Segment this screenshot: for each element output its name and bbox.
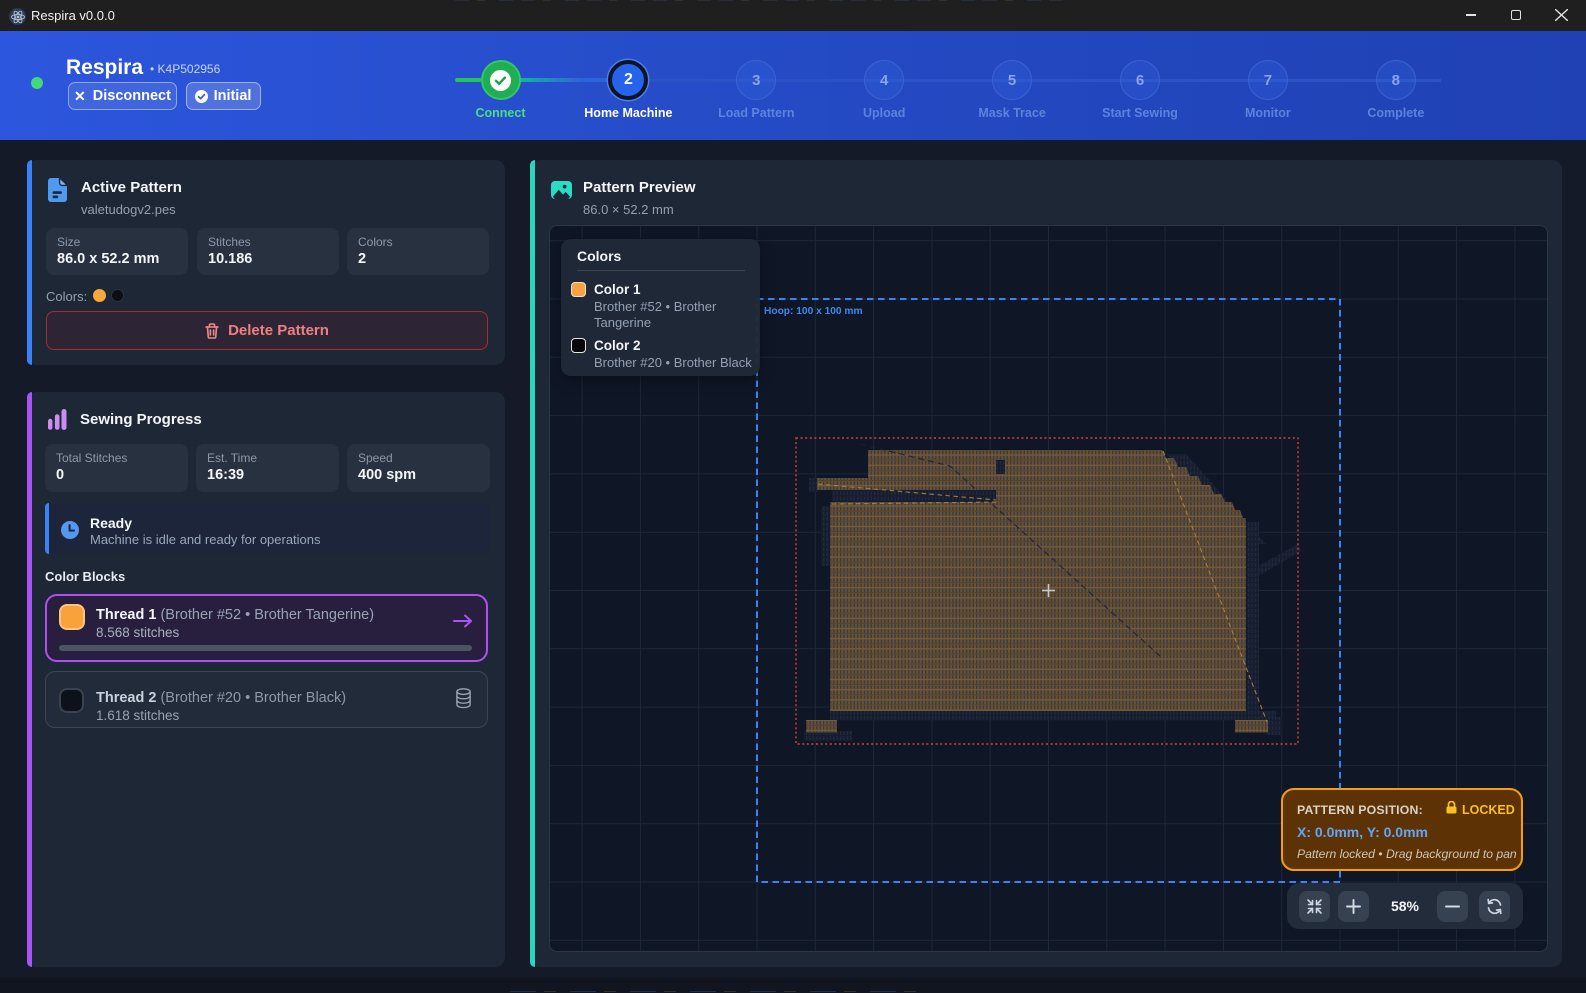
svg-text:Hoop: 100 x 100 mm: Hoop: 100 x 100 mm (764, 306, 863, 317)
